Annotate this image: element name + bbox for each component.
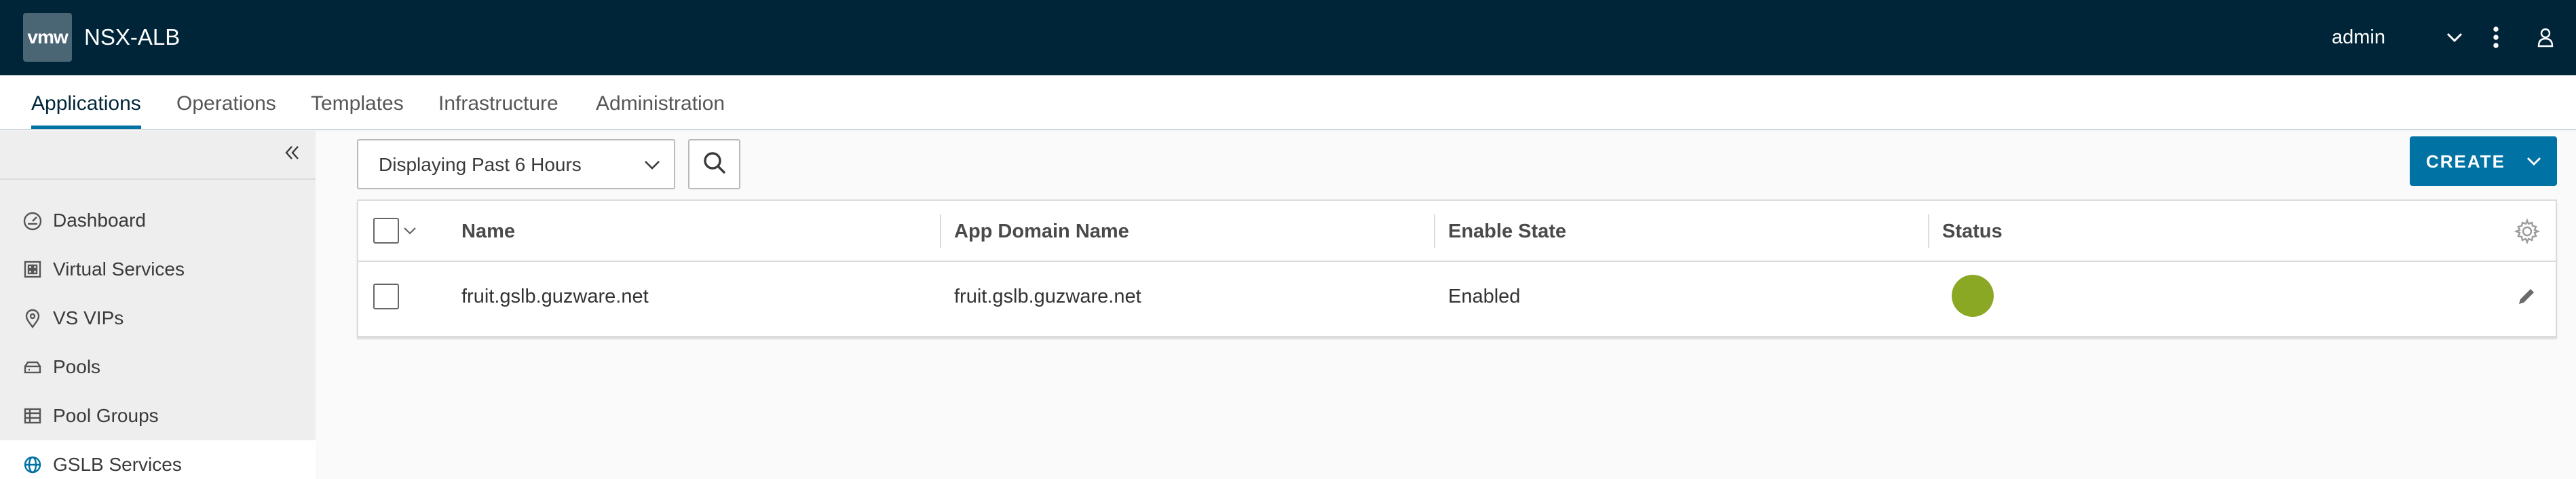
column-separator[interactable] (1928, 214, 1929, 248)
globe-icon (22, 454, 43, 476)
user-name[interactable]: admin (2332, 20, 2385, 54)
dashboard-icon (22, 210, 43, 231)
column-header-app-domain-name[interactable]: App Domain Name (954, 217, 1129, 246)
tab-administration[interactable]: Administration (596, 90, 725, 129)
virtual-services-icon (22, 258, 43, 280)
sidebar-item-label: Pools (53, 356, 101, 377)
create-button[interactable]: CREATE (2410, 136, 2557, 186)
chevron-down-icon (2525, 153, 2543, 175)
search-icon (702, 150, 727, 179)
sidebar-item-dashboard[interactable]: Dashboard (0, 196, 316, 245)
select-all-checkbox[interactable] (373, 218, 399, 244)
sidebar-item-label: VS VIPs (53, 307, 124, 328)
more-vertical-icon[interactable] (2479, 20, 2513, 54)
table-header: Name App Domain Name Enable State Status (358, 201, 2556, 262)
tab-operations[interactable]: Operations (176, 90, 276, 129)
user-icon[interactable] (2528, 20, 2562, 54)
cell-app-domain-name: fruit.gslb.guzware.net (954, 286, 1141, 307)
sidebar: Dashboard Virtual Services VS VIPs Pools… (0, 131, 316, 479)
sidebar-item-pool-groups[interactable]: Pool Groups (0, 391, 316, 440)
time-range-select[interactable]: Displaying Past 6 Hours (357, 139, 675, 189)
tab-templates[interactable]: Templates (311, 90, 404, 129)
column-settings-gear-icon[interactable] (2514, 218, 2541, 245)
edit-pencil-icon[interactable] (2515, 285, 2538, 308)
sidebar-item-virtual-services[interactable]: Virtual Services (0, 245, 316, 294)
sidebar-item-label: GSLB Services (53, 454, 182, 475)
select-options-chevron-icon[interactable] (402, 223, 418, 242)
app-header: vmw NSX-ALB admin (0, 0, 2576, 75)
app-title: NSX-ALB (84, 24, 181, 50)
create-button-label: CREATE (2426, 151, 2505, 172)
column-header-status[interactable]: Status (1942, 217, 2003, 246)
sidebar-item-vs-vips[interactable]: VS VIPs (0, 294, 316, 343)
tab-applications[interactable]: Applications (31, 90, 141, 129)
status-indicator[interactable] (1952, 275, 1994, 317)
column-separator[interactable] (940, 214, 941, 248)
sidebar-divider (0, 178, 316, 180)
row-checkbox[interactable] (373, 284, 399, 309)
sidebar-item-pools[interactable]: Pools (0, 343, 316, 391)
sidebar-item-label: Virtual Services (53, 258, 185, 280)
column-separator[interactable] (1434, 214, 1435, 248)
pool-icon (22, 356, 43, 378)
collapse-sidebar-icon[interactable] (280, 140, 304, 165)
cell-enable-state: Enabled (1448, 286, 1521, 307)
sidebar-item-label: Dashboard (53, 210, 146, 231)
column-header-enable-state[interactable]: Enable State (1448, 217, 1566, 246)
map-marker-icon (22, 307, 43, 329)
tab-infrastructure[interactable]: Infrastructure (438, 90, 558, 129)
cell-name[interactable]: fruit.gslb.guzware.net (461, 282, 649, 311)
vmware-logo[interactable]: vmw (23, 13, 72, 62)
time-range-value: Displaying Past 6 Hours (379, 154, 582, 175)
sidebar-item-gslb-services[interactable]: GSLB Services (0, 440, 316, 479)
column-header-name[interactable]: Name (461, 217, 515, 246)
pool-groups-icon (22, 405, 43, 427)
chevron-down-icon[interactable] (2438, 20, 2471, 54)
main-nav: Applications Operations Templates Infras… (0, 75, 2576, 130)
chevron-down-icon (643, 155, 662, 178)
search-button[interactable] (688, 139, 740, 189)
sidebar-item-label: Pool Groups (53, 405, 159, 426)
gslb-services-table: Name App Domain Name Enable State Status… (357, 199, 2557, 337)
